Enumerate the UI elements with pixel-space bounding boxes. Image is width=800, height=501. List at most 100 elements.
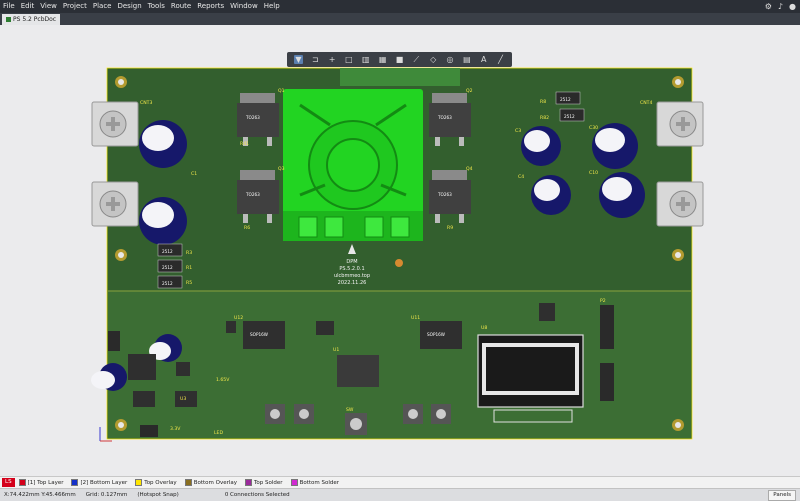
polygon-icon[interactable]: ◇ [429, 55, 438, 64]
board-logo-text: DPM [346, 259, 357, 265]
label-p2: P2 [600, 298, 606, 304]
menu-window[interactable]: Window [227, 0, 261, 13]
line-icon[interactable]: ╱ [496, 55, 505, 64]
user-icon[interactable]: ● [789, 2, 796, 11]
menu-edit[interactable]: Edit [18, 0, 38, 13]
status-snap: (Hotspot Snap) [137, 492, 179, 498]
text-2512-c: 2512 [162, 281, 173, 286]
board-version: PS.5.2.0.1 [339, 266, 364, 272]
text-icon[interactable]: A [479, 55, 488, 64]
diff-pair-icon[interactable]: ⟋ [412, 55, 421, 64]
label-q1: Q1 [278, 88, 285, 94]
label-r8: R8 [540, 99, 546, 105]
label-r41: R41 [240, 141, 249, 147]
label-q3: Q3 [278, 166, 285, 172]
menu-reports[interactable]: Reports [194, 0, 227, 13]
label-c4: C4 [518, 174, 524, 180]
label-u12: U12 [234, 315, 243, 321]
layer-tab-top-overlay[interactable]: Top Overlay [144, 480, 176, 486]
layer-swatch-bottom [71, 479, 79, 486]
layer-swatch-top-overlay [135, 479, 143, 486]
label-r5: R5 [186, 280, 192, 286]
text-to263-a: TO263 [245, 115, 260, 120]
pcb-canvas[interactable]: CNT3 CNT4 Q1 Q2 Q3 Q4 C1 C3 C4 C10 C30 R… [0, 25, 800, 476]
status-coords: X:74.422mm Y:45.466mm [4, 492, 76, 498]
label-u1: U1 [333, 347, 339, 353]
label-v165: 1.65V [216, 377, 230, 383]
text-sop16-a: SOP16W [250, 332, 268, 337]
label-q2: Q2 [466, 88, 473, 94]
pcb-doc-icon [6, 17, 11, 22]
label-r6: R6 [244, 225, 250, 231]
menu-tools[interactable]: Tools [145, 0, 168, 13]
menu-place[interactable]: Place [90, 0, 115, 13]
label-c1: C1 [191, 171, 197, 177]
menu-route[interactable]: Route [168, 0, 194, 13]
layer-tab-bottom-solder[interactable]: Bottom Solder [300, 480, 339, 486]
document-tab[interactable]: PS 5.2 PcbDoc [2, 14, 61, 25]
rectangle-select-icon[interactable]: □ [344, 55, 353, 64]
layer-tab-bottom-overlay[interactable]: Bottom Overlay [194, 480, 237, 486]
text-2512-e: 2512 [564, 114, 575, 119]
layer-tab-bottom[interactable]: [2] Bottom Layer [80, 480, 127, 486]
document-tab-bar: PS 5.2 PcbDoc [0, 13, 800, 25]
bar-chart-icon[interactable]: ▥ [361, 55, 370, 64]
text-2512-b: 2512 [162, 265, 173, 270]
menu-view[interactable]: View [37, 0, 60, 13]
component-icon[interactable]: ▦ [378, 55, 387, 64]
label-r82: R82 [540, 115, 549, 121]
add-icon[interactable]: + [328, 55, 337, 64]
layer-tab-top[interactable]: [1] Top Layer [28, 480, 64, 486]
bell-icon[interactable]: ♪ [778, 2, 783, 11]
label-u11: U11 [411, 315, 420, 321]
label-r1: R1 [186, 265, 192, 271]
label-cnt4: CNT4 [640, 100, 652, 106]
status-grid: Grid: 0.127mm [85, 492, 128, 498]
label-q4: Q4 [466, 166, 473, 172]
label-r4: R9 [447, 225, 453, 231]
label-c30: C30 [589, 125, 598, 131]
text-2512-a: 2512 [162, 249, 173, 254]
text-to263-d: TO263 [437, 192, 452, 197]
layer-swatch-top [18, 479, 26, 486]
document-tab-label: PS 5.2 PcbDoc [13, 16, 57, 23]
interactive-route-icon[interactable]: ⊐ [311, 55, 320, 64]
board-website: ulcbmmeo.top [334, 273, 370, 279]
label-led: LED [214, 430, 223, 436]
current-layer-indicator[interactable]: LS [2, 478, 15, 487]
menu-design[interactable]: Design [114, 0, 144, 13]
text-2512-d: 2512 [560, 97, 571, 102]
active-bar-toolbar: ▼ ⊐ + □ ▥ ▦ ■ ⟋ ◇ ◎ ▤ A ╱ [287, 52, 512, 67]
grid-icon[interactable]: ▤ [462, 55, 471, 64]
label-r3: R3 [186, 250, 192, 256]
label-u8: U8 [481, 325, 487, 331]
layer-swatch-bottom-overlay [184, 479, 192, 486]
label-u3: U3 [180, 396, 186, 402]
label-v33: 3.3V [170, 426, 181, 432]
transformer [283, 89, 423, 241]
text-sop16-b: SOP16W [427, 332, 445, 337]
label-c3: C3 [515, 128, 521, 134]
label-sw: SW [346, 407, 354, 413]
layer-swatch-top-solder [245, 479, 252, 486]
menu-help[interactable]: Help [261, 0, 283, 13]
layer-swatch-bottom-solder [290, 479, 298, 486]
label-c10: C10 [589, 170, 598, 176]
via-icon[interactable]: ◎ [446, 55, 455, 64]
filter-icon[interactable]: ▼ [293, 55, 303, 64]
layer-tabs-bar: LS [1] Top Layer [2] Bottom Layer Top Ov… [0, 476, 800, 488]
gear-icon[interactable]: ⚙ [765, 2, 772, 11]
label-cnt3: CNT3 [140, 100, 152, 106]
menu-bar: File Edit View Project Place Design Tool… [0, 0, 800, 13]
pcb-board-drawing[interactable]: CNT3 CNT4 Q1 Q2 Q3 Q4 C1 C3 C4 C10 C30 R… [0, 25, 800, 476]
panels-button[interactable]: Panels [768, 490, 796, 501]
status-bar: X:74.422mm Y:45.466mm Grid: 0.127mm (Hot… [0, 488, 800, 501]
board-date: 2022.11.26 [338, 280, 367, 286]
text-to263-b: TO263 [437, 115, 452, 120]
layer-tab-top-solder[interactable]: Top Solder [254, 480, 283, 486]
window-controls: ⚙ ♪ ● [765, 0, 796, 13]
status-connections: 0 Connections Selected [224, 492, 290, 498]
menu-project[interactable]: Project [60, 0, 90, 13]
menu-file[interactable]: File [0, 0, 18, 13]
fill-icon[interactable]: ■ [395, 55, 404, 64]
